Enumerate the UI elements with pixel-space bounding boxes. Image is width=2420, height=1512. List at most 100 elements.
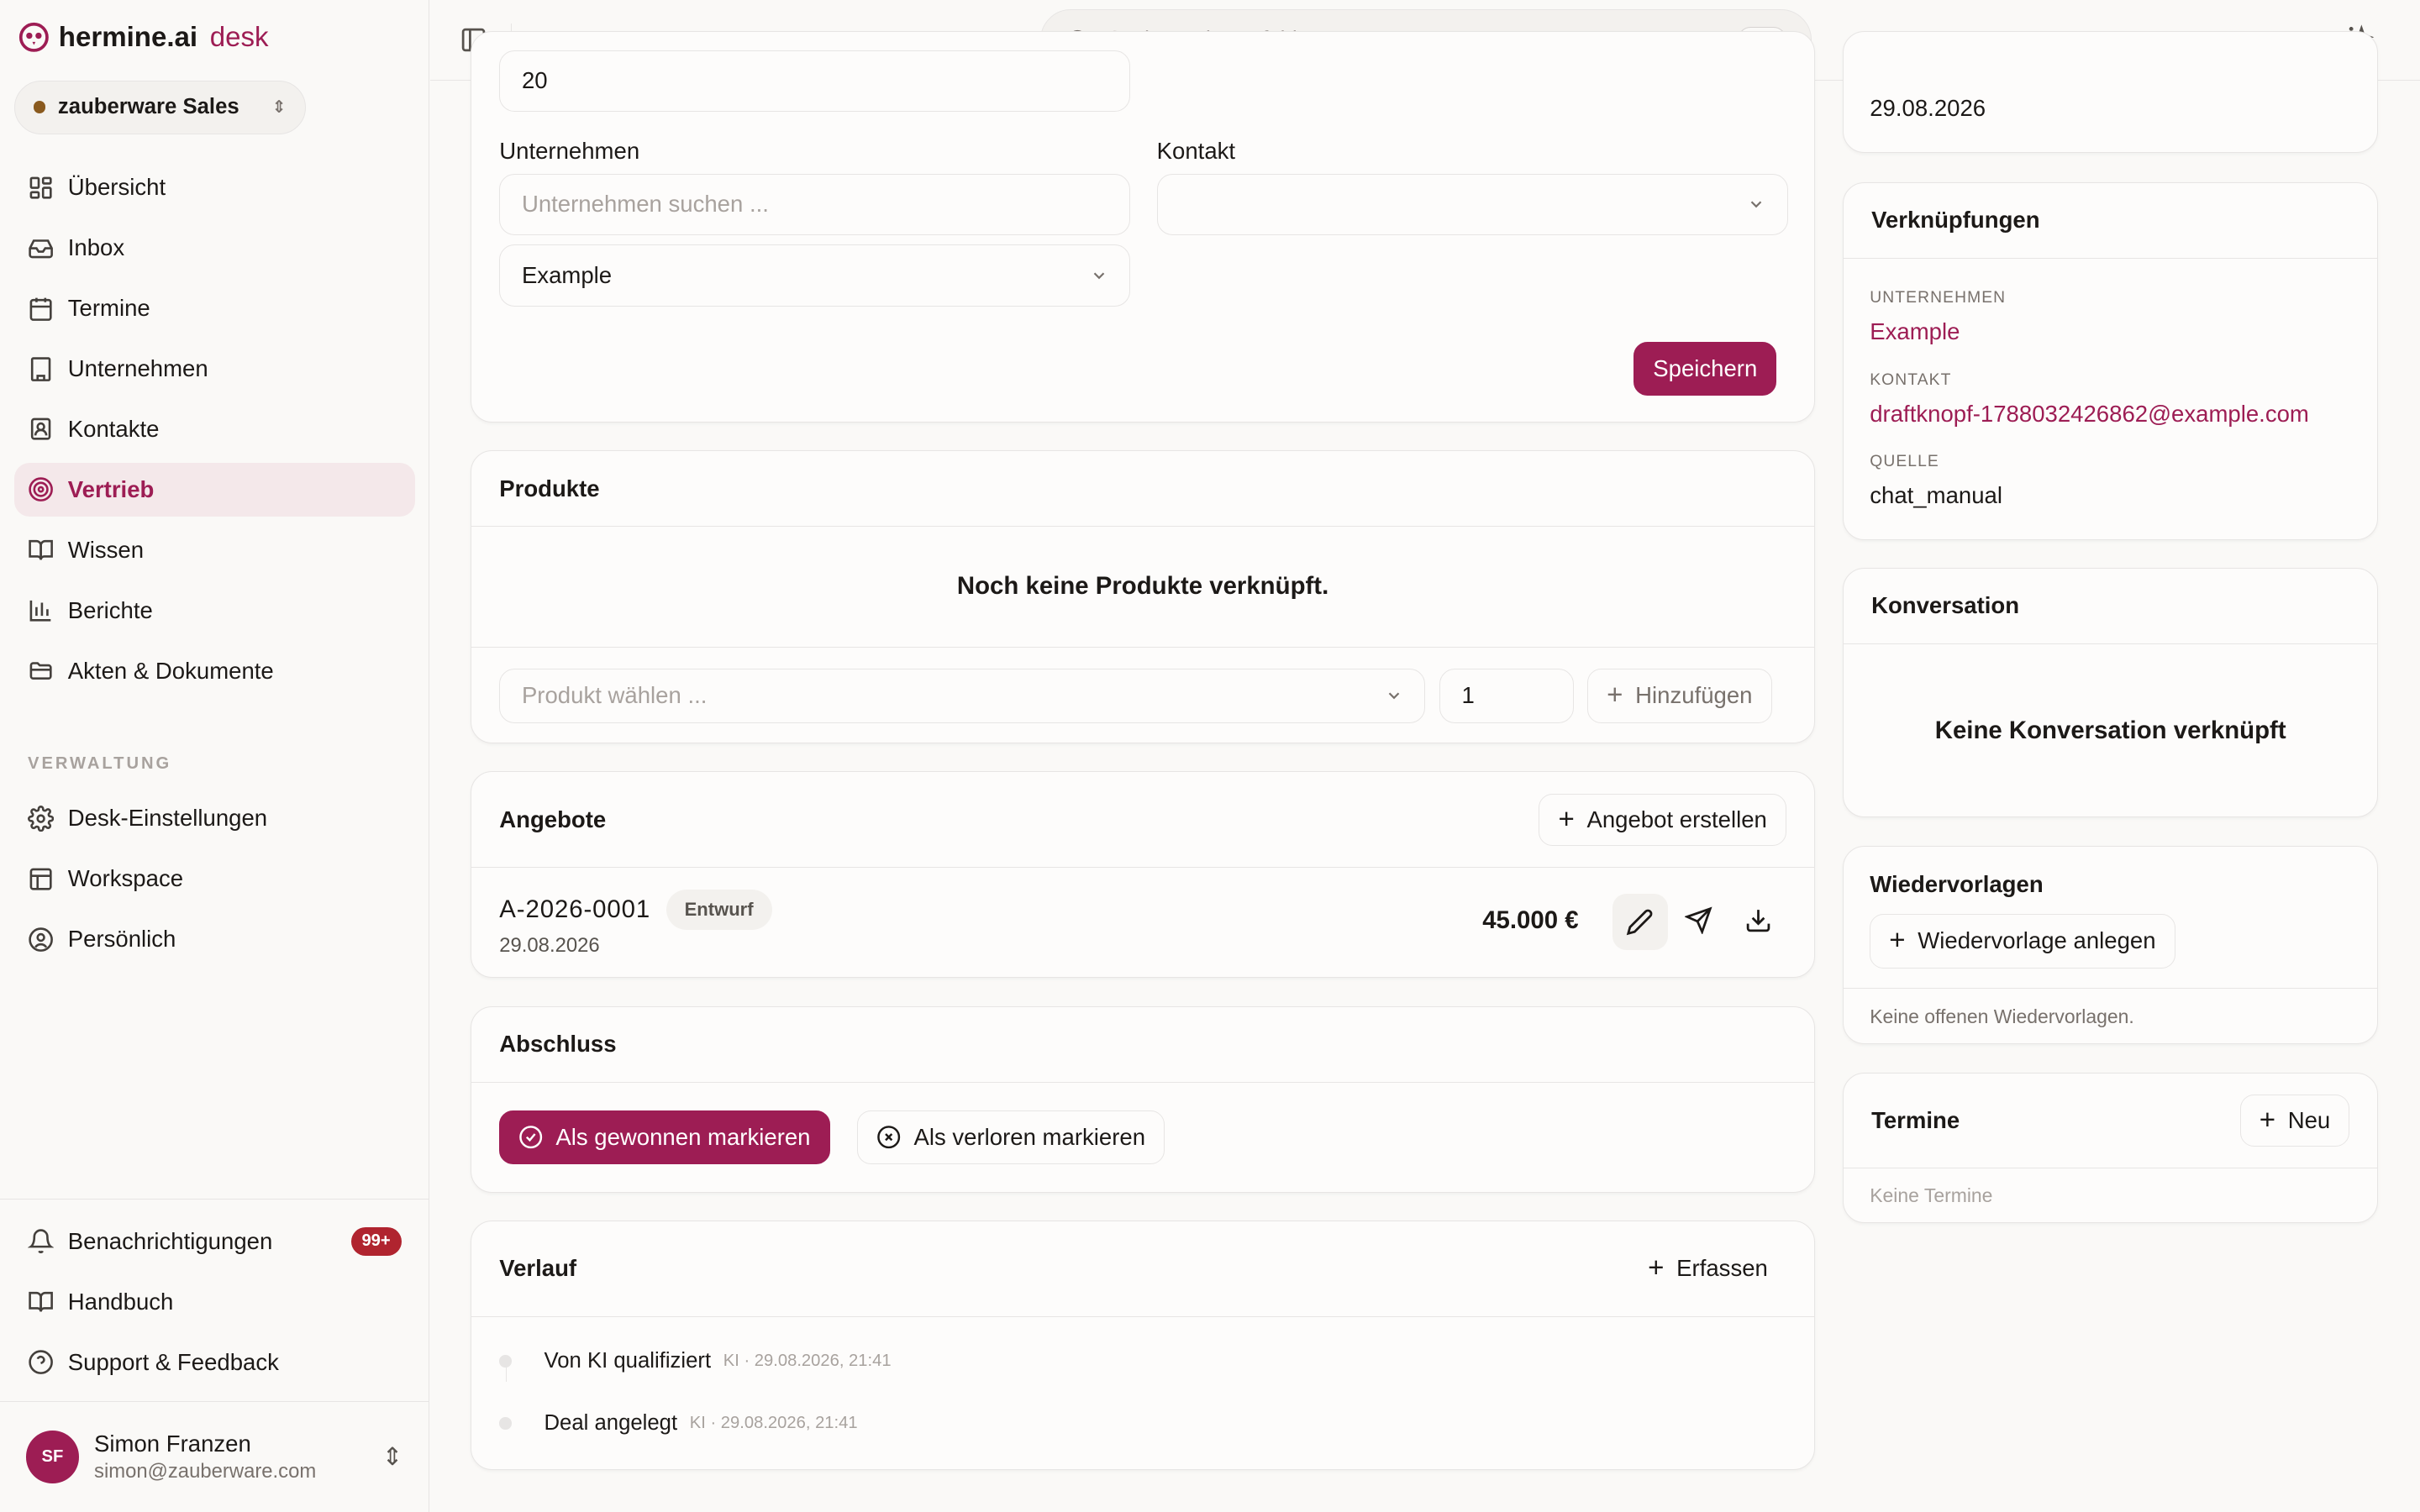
plus-icon: + [1648, 1252, 1665, 1284]
quantity-field[interactable]: 1 [1439, 669, 1574, 723]
mark-won-button[interactable]: Als gewonnen markieren [499, 1110, 830, 1164]
nav-item-persoenlich[interactable]: Persönlich [14, 912, 416, 966]
chevron-down-icon [1750, 201, 1762, 208]
nav-item-label: Vertrieb [67, 476, 155, 503]
nav-item-label: Unternehmen [67, 355, 208, 382]
book-icon [29, 1291, 53, 1312]
pencil-icon [1626, 909, 1653, 936]
create-offer-button[interactable]: + Angebot erstellen [1539, 793, 1786, 846]
links-source-label: QUELLE [1870, 453, 1939, 471]
check-circle-icon [519, 1126, 543, 1149]
sidebar: hermine.ai desk zauberware Sales ⇕ Übers… [0, 0, 429, 1512]
appointments-header: Termine + Neu [1844, 1074, 2378, 1169]
layout-icon [29, 868, 52, 890]
nav-item-label: Workspace [67, 865, 184, 892]
main-nav: Übersicht Inbox Termine Unternehmen Kont… [13, 160, 416, 705]
download-offer-button[interactable] [1744, 906, 1772, 941]
edit-offer-button[interactable] [1612, 894, 1668, 950]
nav-item-berichte[interactable]: Berichte [14, 584, 416, 638]
links-company-link[interactable]: Example [1870, 318, 1960, 345]
offer-row[interactable]: A-2026-0001 Entwurf 29.08.2026 45.000 € [471, 868, 1814, 976]
capture-button[interactable]: + Erfassen [1629, 1242, 1786, 1294]
history-entry-meta: KI · 29.08.2026, 21:41 [689, 1413, 858, 1432]
chevron-up-down-icon: ⇕ [381, 1442, 403, 1471]
offers-title: Angebote [499, 806, 607, 832]
chevron-down-icon [1388, 692, 1399, 700]
section-label-verwaltung: VERWALTUNG [28, 754, 172, 774]
inbox-icon [29, 239, 53, 258]
nav-item-unternehmen[interactable]: Unternehmen [14, 342, 416, 396]
history-card: Verlauf + Erfassen Von KI qualifiziert K… [471, 1220, 1815, 1471]
nav-item-vertrieb[interactable]: Vertrieb [13, 462, 416, 517]
history-entry: Von KI qualifiziert KI · 29.08.2026, 21:… [499, 1349, 892, 1373]
create-offer-label: Angebot erstellen [1586, 806, 1767, 832]
date-value: 29.08.2026 [1870, 95, 1986, 122]
brand-name: hermine.ai [58, 21, 198, 53]
offers-header: Angebote + Angebot erstellen [471, 772, 1814, 869]
save-button[interactable]: Speichern [1634, 341, 1777, 396]
brand-logo[interactable]: hermine.ai desk [18, 22, 269, 54]
contact-select[interactable] [1156, 173, 1788, 236]
offer-amount: 45.000 € [1482, 906, 1579, 935]
date-card: 29.08.2026 [1843, 30, 2379, 153]
nav-item-label: Übersicht [67, 174, 166, 201]
chevron-down-icon [1093, 272, 1105, 280]
create-followup-button[interactable]: + Wiedervorlage anlegen [1870, 914, 2175, 969]
notification-count-badge: 99+ [350, 1226, 402, 1256]
avatar: SF [26, 1431, 79, 1483]
products-card: Produkte Noch keine Produkte verknüpft. … [471, 450, 1815, 744]
nav-item-termine[interactable]: Termine [14, 281, 416, 335]
partial-input-value: 20 [521, 67, 548, 94]
sidebar-divider [0, 1199, 429, 1200]
user-menu[interactable]: SF Simon Franzen simon@zauberware.com ⇕ [0, 1400, 429, 1512]
plus-icon: + [1607, 680, 1623, 711]
mark-lost-button[interactable]: Als verloren markieren [857, 1110, 1165, 1164]
closing-card: Abschluss Als gewonnen markieren Als ver… [471, 1005, 1815, 1193]
nav-item-label: Akten & Dokumente [67, 658, 274, 685]
offer-number: A-2026-0001 [499, 895, 651, 923]
bell-icon [28, 1229, 55, 1253]
help-icon [29, 1350, 53, 1374]
nav-item-akten[interactable]: Akten & Dokumente [14, 644, 416, 698]
user-email: simon@zauberware.com [94, 1460, 317, 1483]
followups-card: Wiedervorlagen + Wiedervorlage anlegen K… [1843, 845, 2379, 1045]
nav-item-workspace[interactable]: Workspace [14, 852, 416, 906]
company-search-input[interactable] [521, 191, 1108, 218]
appointments-title: Termine [1871, 1106, 1960, 1133]
history-entry-text: Von KI qualifiziert [544, 1349, 712, 1373]
nav-item-kontakte[interactable]: Kontakte [14, 402, 416, 456]
history-title: Verlauf [499, 1255, 577, 1282]
nav-item-label: Inbox [67, 234, 125, 261]
new-appointment-button[interactable]: + Neu [2239, 1094, 2350, 1147]
product-select[interactable]: Produkt wählen ... [499, 669, 1426, 723]
chevron-up-down-icon: ⇕ [271, 98, 287, 118]
company-search-field[interactable] [499, 173, 1131, 236]
user-name: Simon Franzen [94, 1430, 251, 1457]
add-product-button[interactable]: + Hinzufügen [1587, 669, 1772, 723]
quantity-value: 1 [1461, 682, 1475, 709]
links-contact-link[interactable]: draftknopf-1788032426862@example.com [1870, 401, 2309, 428]
nav-item-label: Benachrichtigungen [67, 1227, 273, 1254]
dashboard-icon [29, 176, 52, 199]
mark-lost-label: Als verloren markieren [913, 1123, 1146, 1150]
footer-nav: Benachrichtigungen 99+ Handbuch Support … [14, 1214, 416, 1395]
status-badge: Entwurf [666, 889, 772, 930]
building-icon [30, 356, 51, 381]
workspace-name: zauberware Sales [57, 95, 239, 119]
add-product-label: Hinzufügen [1635, 682, 1753, 709]
partial-input-field[interactable]: 20 [499, 50, 1131, 113]
nav-item-support[interactable]: Support & Feedback [14, 1335, 416, 1389]
nav-item-benachrichtigungen[interactable]: Benachrichtigungen 99+ [14, 1214, 416, 1268]
contact-label: Kontakt [1156, 138, 1236, 165]
company-select[interactable]: Example [499, 244, 1131, 307]
send-offer-button[interactable] [1683, 906, 1712, 941]
nav-item-wissen[interactable]: Wissen [14, 523, 416, 577]
contact-icon [30, 418, 51, 441]
company-select-value: Example [521, 261, 613, 288]
nav-item-desk-einstellungen[interactable]: Desk-Einstellungen [14, 791, 416, 845]
nav-item-handbuch[interactable]: Handbuch [14, 1274, 416, 1328]
nav-item-inbox[interactable]: Inbox [14, 221, 416, 275]
owl-logo-icon [18, 23, 49, 53]
workspace-switcher[interactable]: zauberware Sales ⇕ [13, 80, 306, 134]
nav-item-uebersicht[interactable]: Übersicht [14, 160, 416, 214]
